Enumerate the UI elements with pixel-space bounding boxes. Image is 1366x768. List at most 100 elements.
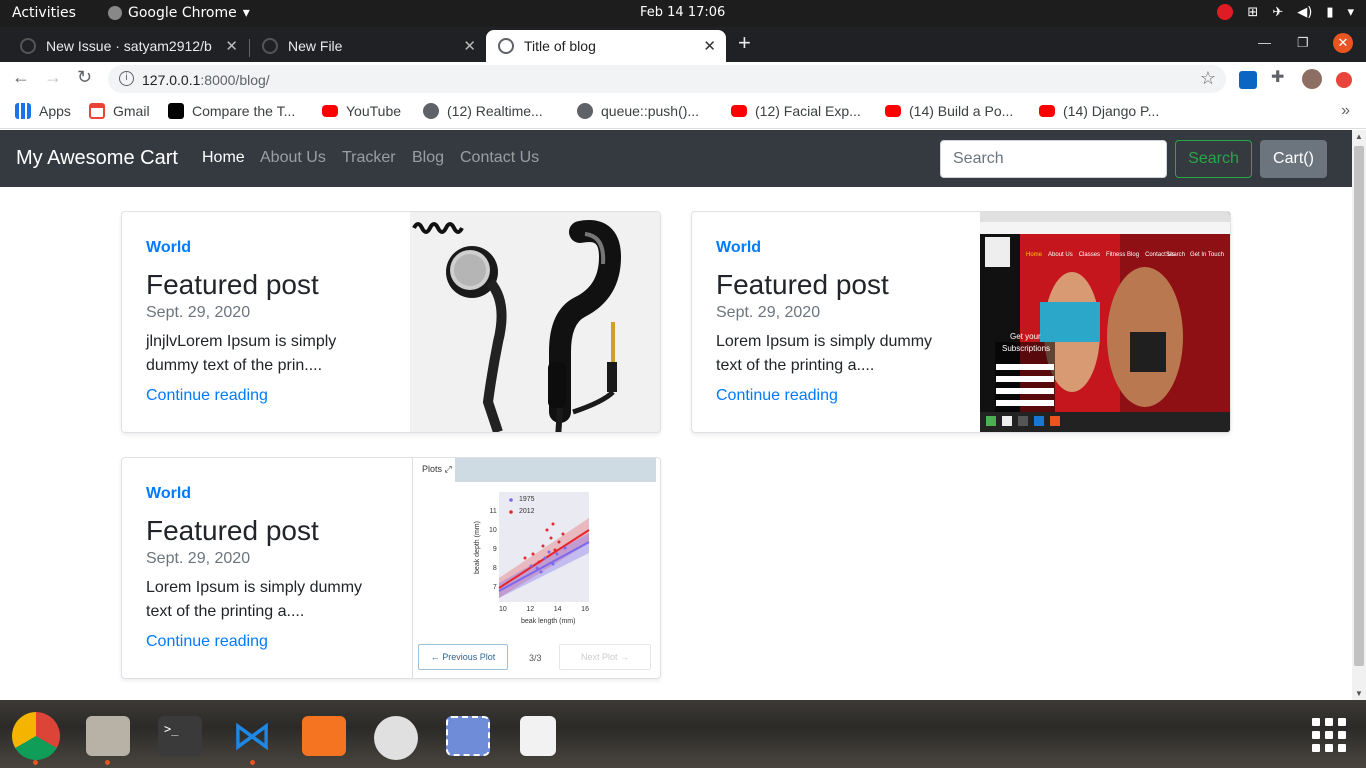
do-not-disturb-icon[interactable] xyxy=(1217,4,1234,20)
back-arrow-icon[interactable]: ← xyxy=(12,67,30,88)
clock[interactable]: Feb 14 17:06 xyxy=(640,5,725,20)
post-thumbnail-fitness-site: Home About Us Classes Fitness Blog Conta… xyxy=(980,212,1230,432)
address-bar[interactable]: i 127.0.0.1:8000/blog/ ☆ xyxy=(108,65,1226,93)
site-navbar: My Awesome Cart Home About Us Tracker Bl… xyxy=(0,130,1352,187)
app-menu-label: Google Chrome xyxy=(128,5,237,21)
tab-new-file[interactable]: New File ✕ xyxy=(250,30,486,62)
network-icon[interactable]: ⊞ xyxy=(1247,5,1258,20)
close-icon[interactable]: ✕ xyxy=(225,37,238,55)
close-icon[interactable]: ✕ xyxy=(463,37,476,55)
running-indicator xyxy=(250,760,255,765)
cart-button[interactable]: Cart() xyxy=(1260,140,1327,178)
vscode-icon[interactable]: ⋈ xyxy=(230,716,274,756)
globe-icon xyxy=(577,103,593,119)
fitness-get-in-touch-button: Get In Touch xyxy=(1190,252,1224,258)
post-excerpt: Lorem Ipsum is simply dummy text of the … xyxy=(146,579,363,620)
tab-new-issue[interactable]: New Issue · satyam2912/b ✕ xyxy=(8,30,248,62)
post-category[interactable]: World xyxy=(716,239,761,257)
scroll-down-icon[interactable]: ▼ xyxy=(1355,689,1363,698)
nav-contact-us[interactable]: Contact Us xyxy=(460,149,539,167)
show-applications-icon[interactable] xyxy=(1312,718,1346,752)
continue-reading-link[interactable]: Continue reading xyxy=(146,387,268,405)
blog-post-card: World Featured post Sept. 29, 2020 jlnjl… xyxy=(121,211,661,433)
document-viewer-icon[interactable] xyxy=(520,716,556,756)
nav-blog[interactable]: Blog xyxy=(412,149,444,167)
software-updater-icon[interactable] xyxy=(374,716,418,760)
continue-reading-link[interactable]: Continue reading xyxy=(146,633,268,651)
nav-tracker[interactable]: Tracker xyxy=(342,149,396,167)
linkedin-icon[interactable] xyxy=(1239,71,1257,89)
files-icon[interactable] xyxy=(86,716,130,756)
site-info-icon[interactable]: i xyxy=(119,71,134,86)
site-search-button[interactable]: Search xyxy=(1175,140,1252,178)
system-tray[interactable]: ⊞ ✈ ◀) ▮ ▾ xyxy=(1217,4,1354,20)
bookmark-youtube[interactable]: YouTube xyxy=(322,103,401,119)
forward-arrow-icon[interactable]: → xyxy=(44,67,62,88)
airplane-icon[interactable]: ✈ xyxy=(1272,5,1283,20)
site-brand[interactable]: My Awesome Cart xyxy=(16,147,178,170)
plot-x-label: beak length (mm) xyxy=(521,618,576,625)
post-title: Featured post xyxy=(146,269,319,300)
scrollbar-thumb[interactable] xyxy=(1354,146,1364,666)
bookmark-queue-push[interactable]: queue::push()... xyxy=(577,103,699,119)
chevron-down-icon[interactable]: ▾ xyxy=(1347,5,1354,20)
reload-icon[interactable]: ↻ xyxy=(77,67,92,88)
bookmark-facial-exp[interactable]: (12) Facial Exp... xyxy=(731,103,861,119)
previous-plot-button: ← Previous Plot xyxy=(418,644,508,670)
continue-reading-link[interactable]: Continue reading xyxy=(716,387,838,405)
fitness-headline: Get your xyxy=(1010,332,1041,341)
bookmark-realtime[interactable]: (12) Realtime... xyxy=(423,103,543,119)
bookmark-build-a-po[interactable]: (14) Build a Po... xyxy=(885,103,1013,119)
plot-y-label: beak depth (mm) xyxy=(473,521,481,574)
maximize-icon[interactable]: ❐ xyxy=(1297,35,1309,51)
profile-avatar[interactable] xyxy=(1302,69,1322,89)
new-tab-button[interactable]: + xyxy=(738,30,751,56)
globe-icon xyxy=(423,103,439,119)
extensions-puzzle-icon[interactable]: ✚ xyxy=(1271,67,1289,86)
window-close-button[interactable]: ✕ xyxy=(1333,33,1353,53)
post-thumbnail-plot: Plots ⤢ 1975 2012 11 10 9 8 7 beak depth… xyxy=(412,458,656,678)
volume-icon[interactable]: ◀) xyxy=(1297,5,1312,20)
post-category[interactable]: World xyxy=(146,485,191,503)
plot-page-indicator: 3/3 xyxy=(529,653,542,663)
post-excerpt: Lorem Ipsum is simply dummy text of the … xyxy=(716,333,933,374)
system-top-bar: Activities Google Chrome ▾ Feb 14 17:06 … xyxy=(0,0,1366,27)
post-date: Sept. 29, 2020 xyxy=(716,304,821,321)
app-menu[interactable]: Google Chrome ▾ xyxy=(108,5,250,21)
battery-icon[interactable]: ▮ xyxy=(1326,5,1333,20)
bookmark-star-icon[interactable]: ☆ xyxy=(1200,68,1216,89)
bookmark-apps[interactable]: Apps xyxy=(15,103,71,119)
nav-about-us[interactable]: About Us xyxy=(260,149,326,167)
browser-toolbar: ← → ↻ i 127.0.0.1:8000/blog/ ☆ ✚ xyxy=(0,62,1366,96)
tab-label: New File xyxy=(288,38,343,54)
site-search-input[interactable] xyxy=(940,140,1167,178)
chrome-icon[interactable] xyxy=(12,712,60,760)
post-category[interactable]: World xyxy=(146,239,191,257)
hackerrank-icon xyxy=(168,103,184,119)
page-scrollbar[interactable]: ▲ ▼ xyxy=(1352,130,1366,700)
software-center-icon[interactable] xyxy=(302,716,346,756)
nav-home[interactable]: Home xyxy=(202,149,245,167)
fitness-headline: Subscriptions xyxy=(1002,344,1051,353)
globe-icon xyxy=(498,38,514,54)
minimize-icon[interactable]: — xyxy=(1258,35,1271,50)
close-icon[interactable]: ✕ xyxy=(703,37,716,55)
earphones-image xyxy=(412,220,622,432)
bookmark-gmail[interactable]: Gmail xyxy=(89,103,150,119)
scroll-up-icon[interactable]: ▲ xyxy=(1355,132,1363,141)
post-title: Featured post xyxy=(146,515,319,546)
youtube-icon xyxy=(1039,105,1055,117)
terminal-icon[interactable]: >_ xyxy=(158,716,202,756)
bookmark-compare[interactable]: Compare the T... xyxy=(168,103,295,119)
chevron-double-right-icon[interactable]: » xyxy=(1341,102,1350,120)
tab-title-of-blog[interactable]: Title of blog ✕ xyxy=(486,30,726,62)
chevron-left-icon: ← xyxy=(430,652,443,662)
plot-y-ticks: 11 10 9 8 7 xyxy=(489,508,497,591)
bookmarks-bar: Apps Gmail Compare the T... YouTube (12)… xyxy=(0,96,1366,129)
youtube-icon xyxy=(322,105,338,117)
url-text: 127.0.0.1:8000/blog/ xyxy=(142,72,270,88)
update-icon[interactable] xyxy=(1336,72,1352,88)
screenshot-icon[interactable] xyxy=(446,716,490,756)
activities-button[interactable]: Activities xyxy=(12,5,76,21)
bookmark-django[interactable]: (14) Django P... xyxy=(1039,103,1159,119)
